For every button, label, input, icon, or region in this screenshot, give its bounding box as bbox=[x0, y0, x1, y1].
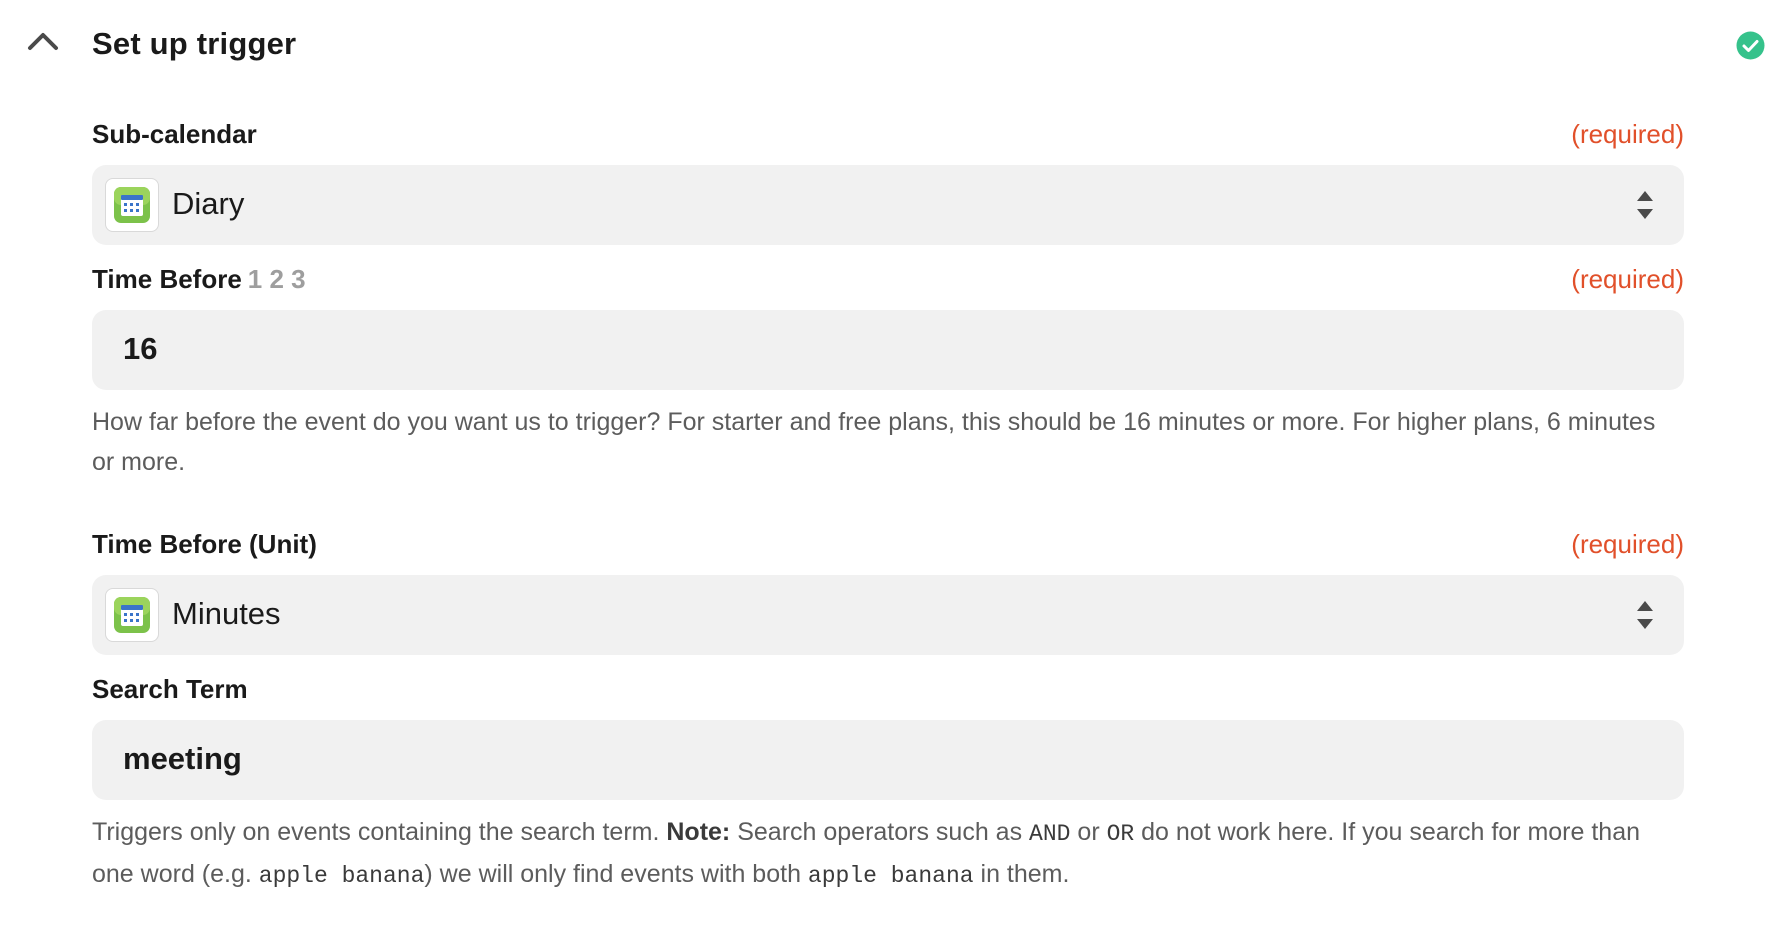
time-before-unit-select[interactable]: Minutes bbox=[92, 575, 1684, 655]
required-indicator: (required) bbox=[1571, 119, 1684, 149]
search-term-field: Search Term meeting Triggers only on eve… bbox=[92, 672, 1684, 896]
trigger-setup-panel: Set up trigger Sub-calendar (required) D… bbox=[0, 0, 1776, 932]
time-before-value: 16 bbox=[123, 331, 158, 366]
help-example-2: apple banana bbox=[807, 863, 974, 889]
check-circle-icon bbox=[1736, 31, 1765, 60]
updown-arrows-icon bbox=[1637, 601, 1653, 629]
field-label-row: Search Term bbox=[92, 672, 1684, 706]
time-before-label: Time Before 1 2 3 bbox=[92, 264, 306, 295]
chevron-up-icon[interactable] bbox=[26, 30, 60, 52]
field-label-row: Time Before 1 2 3 (required) bbox=[92, 262, 1684, 296]
time-before-input[interactable]: 16 bbox=[92, 310, 1684, 390]
search-term-input[interactable]: meeting bbox=[92, 720, 1684, 800]
search-term-value: meeting bbox=[123, 741, 242, 776]
field-label-row: Time Before (Unit) (required) bbox=[92, 527, 1684, 561]
teamup-calendar-icon bbox=[105, 588, 159, 642]
section-title: Set up trigger bbox=[92, 26, 297, 61]
help-intro: Triggers only on events containing the s… bbox=[92, 818, 667, 846]
time-before-unit-field: Time Before (Unit) (required) Minutes bbox=[92, 527, 1684, 655]
help-operator-or: OR bbox=[1106, 821, 1135, 847]
required-indicator: (required) bbox=[1571, 529, 1684, 559]
help-part4: ) we will only find events with both bbox=[424, 860, 808, 888]
search-term-help: Triggers only on events containing the s… bbox=[92, 812, 1684, 896]
time-before-unit-value: Minutes bbox=[172, 596, 281, 631]
help-example-1: apple banana bbox=[258, 863, 425, 889]
time-before-field: Time Before 1 2 3 (required) 16 How far b… bbox=[92, 262, 1684, 482]
teamup-calendar-icon bbox=[105, 178, 159, 232]
step-numbers: 1 2 3 bbox=[247, 264, 306, 294]
section-header[interactable]: Set up trigger bbox=[0, 0, 1776, 92]
sub-calendar-value: Diary bbox=[172, 186, 245, 221]
help-part5: in them. bbox=[973, 860, 1070, 888]
help-part1: Search operators such as bbox=[730, 818, 1030, 846]
help-operator-and: AND bbox=[1029, 821, 1071, 847]
required-indicator: (required) bbox=[1571, 264, 1684, 294]
field-label-row: Sub-calendar (required) bbox=[92, 117, 1684, 151]
updown-arrows-icon bbox=[1637, 191, 1653, 219]
sub-calendar-label: Sub-calendar bbox=[92, 119, 257, 149]
sub-calendar-select[interactable]: Diary bbox=[92, 165, 1684, 245]
time-before-unit-label: Time Before (Unit) bbox=[92, 529, 317, 559]
time-before-help: How far before the event do you want us … bbox=[92, 408, 1656, 476]
time-before-label-text: Time Before bbox=[92, 264, 242, 294]
help-part2: or bbox=[1070, 818, 1107, 846]
search-term-label: Search Term bbox=[92, 674, 248, 704]
help-note-label: Note: bbox=[666, 818, 731, 846]
sub-calendar-field: Sub-calendar (required) Diary bbox=[92, 117, 1684, 245]
